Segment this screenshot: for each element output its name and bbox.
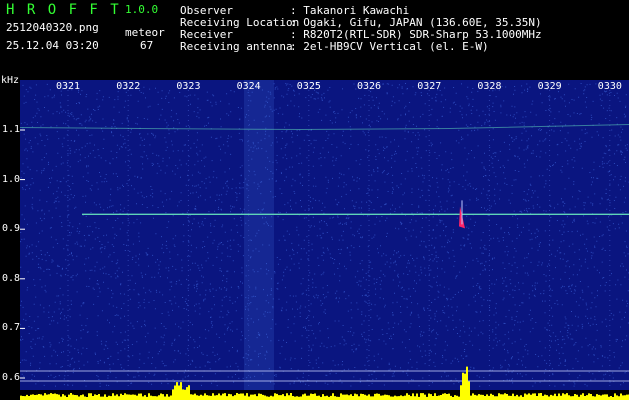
y-tick-label: 0.6 [2,372,21,383]
x-tick-label: 0330 [597,81,622,92]
x-tick-label: 0328 [477,81,502,92]
x-tick-label: 0329 [537,81,562,92]
x-tick-label: 0327 [417,81,442,92]
app-title: H R O F F T [6,2,121,18]
x-tick-label: 0326 [357,81,382,92]
meteor-count-label: meteor [125,26,165,39]
y-tick-label: 1.0 [2,173,21,185]
y-tick-label: 1.1 [2,124,21,135]
x-tick-label: 0324 [236,81,261,92]
datetime-label: 25.12.04 03:20 [6,39,99,52]
spectrogram-plot: kHz 1.1 1.0 0.9 0.8 0.7 0.6 0321 0322 0323 0324 0… [0,75,629,400]
header-panel: H R O F F T 1.0.0 2512040320.png meteor … [0,0,629,75]
y-axis-unit: kHz [1,75,20,86]
filename-label: 2512040320.png [6,21,99,34]
y-tick-label: 0.7 [2,322,21,334]
antenna-value: : 2el-HB9CV Vertical (el. E-W) [290,40,489,53]
x-tick-label: 0325 [296,81,321,92]
x-tick-label: 0321 [56,81,81,92]
app-version: 1.0.0 [125,3,159,16]
y-tick-label: 0.9 [2,223,21,235]
x-tick-label: 0323 [176,81,201,92]
spectrogram-canvas [0,75,629,400]
meteor-count-value: 67 [140,39,154,52]
antenna-label: Receiving antenna [180,40,293,53]
x-tick-label: 0322 [116,81,141,92]
y-tick-label: 0.8 [2,272,21,284]
